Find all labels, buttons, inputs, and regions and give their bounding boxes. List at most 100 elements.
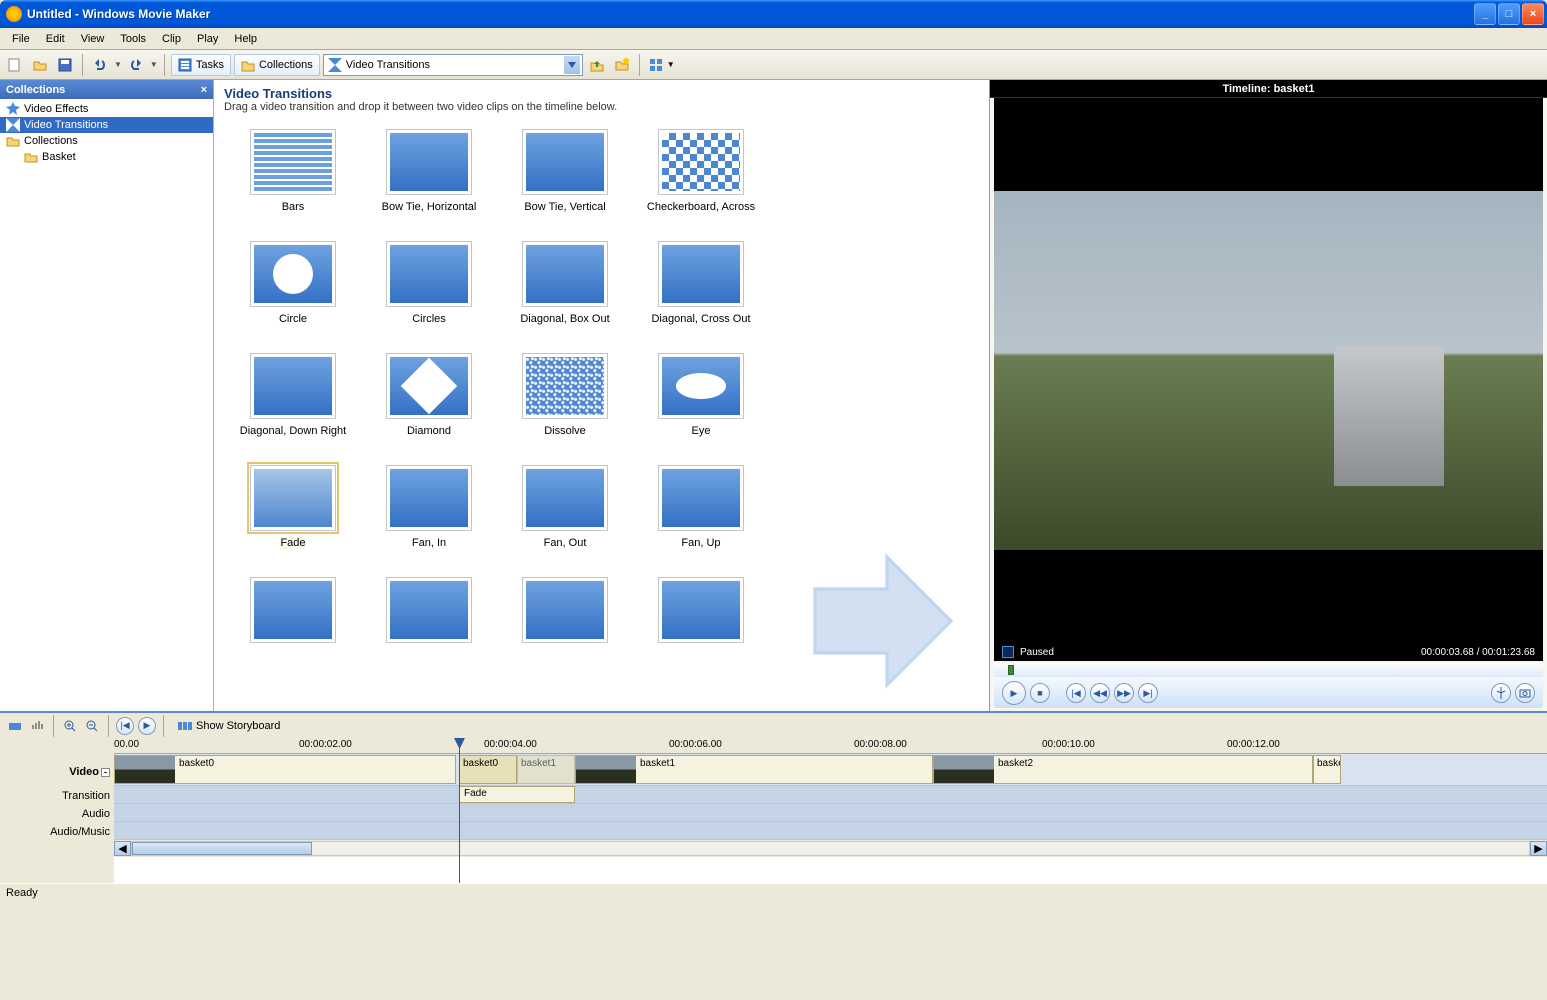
timeline-tracks[interactable]: 00.0000:00:02.0000:00:04.0000:00:06.0000… — [114, 738, 1547, 883]
transition-eye[interactable]: Eye — [636, 353, 766, 437]
transition-diagonal-down-right[interactable]: Diagonal, Down Right — [228, 353, 358, 437]
menu-file[interactable]: File — [4, 31, 38, 47]
tree-item-video-transitions[interactable]: Video Transitions — [0, 117, 213, 133]
redo-button[interactable] — [125, 54, 147, 76]
tree-item-basket[interactable]: Basket — [0, 149, 213, 165]
split-button[interactable] — [1491, 683, 1511, 703]
menu-bar: File Edit View Tools Clip Play Help — [0, 28, 1547, 50]
up-folder-button[interactable] — [586, 54, 608, 76]
transition-bars[interactable]: Bars — [228, 129, 358, 213]
timeline-scrollbar[interactable]: ◀ ▶ — [114, 840, 1547, 857]
scroll-thumb[interactable] — [132, 842, 312, 855]
new-folder-button[interactable] — [611, 54, 633, 76]
scroll-right-button[interactable]: ▶ — [1530, 841, 1547, 856]
save-button[interactable] — [54, 54, 76, 76]
undo-button[interactable] — [89, 54, 111, 76]
zoom-in-button[interactable] — [61, 717, 79, 735]
forward-button[interactable]: ▶▶ — [1114, 683, 1134, 703]
ruler-tick: 00:00:08.00 — [854, 739, 907, 750]
transition-partial[interactable] — [364, 577, 494, 649]
transitions-gallery[interactable]: BarsBow Tie, HorizontalBow Tie, Vertical… — [214, 119, 989, 711]
transition-fan-out[interactable]: Fan, Out — [500, 465, 630, 549]
transition-thumb-icon — [254, 357, 332, 415]
audio-track[interactable] — [114, 804, 1547, 822]
timeline-ruler[interactable]: 00.0000:00:02.0000:00:04.0000:00:06.0000… — [114, 738, 1547, 754]
preview-seek-bar[interactable] — [994, 663, 1543, 677]
timeline-play-button[interactable]: ▶ — [138, 717, 156, 735]
music-track[interactable] — [114, 822, 1547, 840]
menu-view[interactable]: View — [73, 31, 113, 47]
menu-tools[interactable]: Tools — [112, 31, 154, 47]
undo-dropdown-icon[interactable]: ▼ — [114, 60, 122, 69]
timeline-view-button[interactable] — [6, 717, 24, 735]
transition-bow-tie-vertical[interactable]: Bow Tie, Vertical — [500, 129, 630, 213]
menu-help[interactable]: Help — [226, 31, 265, 47]
transition-fan-in[interactable]: Fan, In — [364, 465, 494, 549]
clip-thumbnail — [115, 756, 175, 783]
transition-clip[interactable]: Fade — [459, 786, 575, 803]
collections-label: Collections — [259, 59, 313, 71]
transition-fan-up[interactable]: Fan, Up — [636, 465, 766, 549]
transition-bow-tie-horizontal[interactable]: Bow Tie, Horizontal — [364, 129, 494, 213]
video-track[interactable]: basket0basket0basket1basket1basket2baske — [114, 754, 1547, 786]
prev-clip-button[interactable]: |◀ — [1066, 683, 1086, 703]
snapshot-button[interactable] — [1515, 683, 1535, 703]
transition-thumb-icon — [662, 133, 740, 191]
transition-fade[interactable]: Fade — [228, 465, 358, 549]
location-dropdown[interactable]: Video Transitions — [323, 54, 583, 76]
transition-diagonal-cross-out[interactable]: Diagonal, Cross Out — [636, 241, 766, 325]
timeline-rewind-button[interactable]: |◀ — [116, 717, 134, 735]
tree-item-collections[interactable]: Collections — [0, 133, 213, 149]
playhead[interactable] — [459, 738, 460, 883]
audio-levels-button[interactable] — [28, 717, 46, 735]
next-clip-button[interactable]: ▶| — [1138, 683, 1158, 703]
tasks-button[interactable]: Tasks — [171, 54, 231, 76]
menu-play[interactable]: Play — [189, 31, 226, 47]
transition-partial[interactable] — [636, 577, 766, 649]
minimize-button[interactable]: _ — [1474, 3, 1496, 25]
gallery-hint: Drag a video transition and drop it betw… — [224, 101, 979, 113]
gallery-title: Video Transitions — [224, 86, 979, 101]
transition-diamond[interactable]: Diamond — [364, 353, 494, 437]
zoom-out-button[interactable] — [83, 717, 101, 735]
ruler-tick: 00:00:10.00 — [1042, 739, 1095, 750]
clip-basket2[interactable]: basket2 — [933, 755, 1313, 784]
tasks-label: Tasks — [196, 59, 224, 71]
transition-partial[interactable] — [228, 577, 358, 649]
transition-dissolve[interactable]: Dissolve — [500, 353, 630, 437]
rewind-button[interactable]: ◀◀ — [1090, 683, 1110, 703]
play-button[interactable]: ▶ — [1002, 681, 1026, 705]
show-storyboard-button[interactable]: Show Storyboard — [171, 715, 287, 737]
views-button[interactable]: ▼ — [646, 54, 678, 76]
collapse-track-icon[interactable]: - — [101, 768, 110, 777]
open-button[interactable] — [29, 54, 51, 76]
star-icon — [6, 102, 20, 116]
menu-clip[interactable]: Clip — [154, 31, 189, 47]
scroll-left-button[interactable]: ◀ — [114, 841, 131, 856]
transition-checkerboard-across[interactable]: Checkerboard, Across — [636, 129, 766, 213]
clip-basket0[interactable]: basket0 — [114, 755, 456, 784]
folder-icon — [24, 150, 38, 164]
transition-circles[interactable]: Circles — [364, 241, 494, 325]
transition-circle[interactable]: Circle — [228, 241, 358, 325]
preview-monitor — [994, 98, 1543, 643]
stop-button[interactable]: ■ — [1030, 683, 1050, 703]
clip-baske[interactable]: baske — [1313, 755, 1341, 784]
redo-dropdown-icon[interactable]: ▼ — [150, 60, 158, 69]
clip-basket1[interactable]: basket1 — [575, 755, 933, 784]
menu-edit[interactable]: Edit — [38, 31, 73, 47]
collections-button[interactable]: Collections — [234, 54, 320, 76]
transition-partial[interactable] — [500, 577, 630, 649]
transition-track[interactable]: Fade — [114, 786, 1547, 804]
transition-diagonal-box-out[interactable]: Diagonal, Box Out — [500, 241, 630, 325]
maximize-button[interactable]: □ — [1498, 3, 1520, 25]
clip-basket0[interactable]: basket0 — [459, 755, 517, 784]
status-bar: Ready — [0, 883, 1547, 905]
tree-item-video-effects[interactable]: Video Effects — [0, 101, 213, 117]
sidebar-close-icon[interactable]: × — [201, 84, 207, 96]
preview-controls: ▶ ■ |◀ ◀◀ ▶▶ ▶| — [994, 678, 1543, 708]
clip-basket1[interactable]: basket1 — [517, 755, 575, 784]
close-button[interactable]: × — [1522, 3, 1544, 25]
new-project-button[interactable] — [4, 54, 26, 76]
transition-thumb-icon — [390, 581, 468, 639]
